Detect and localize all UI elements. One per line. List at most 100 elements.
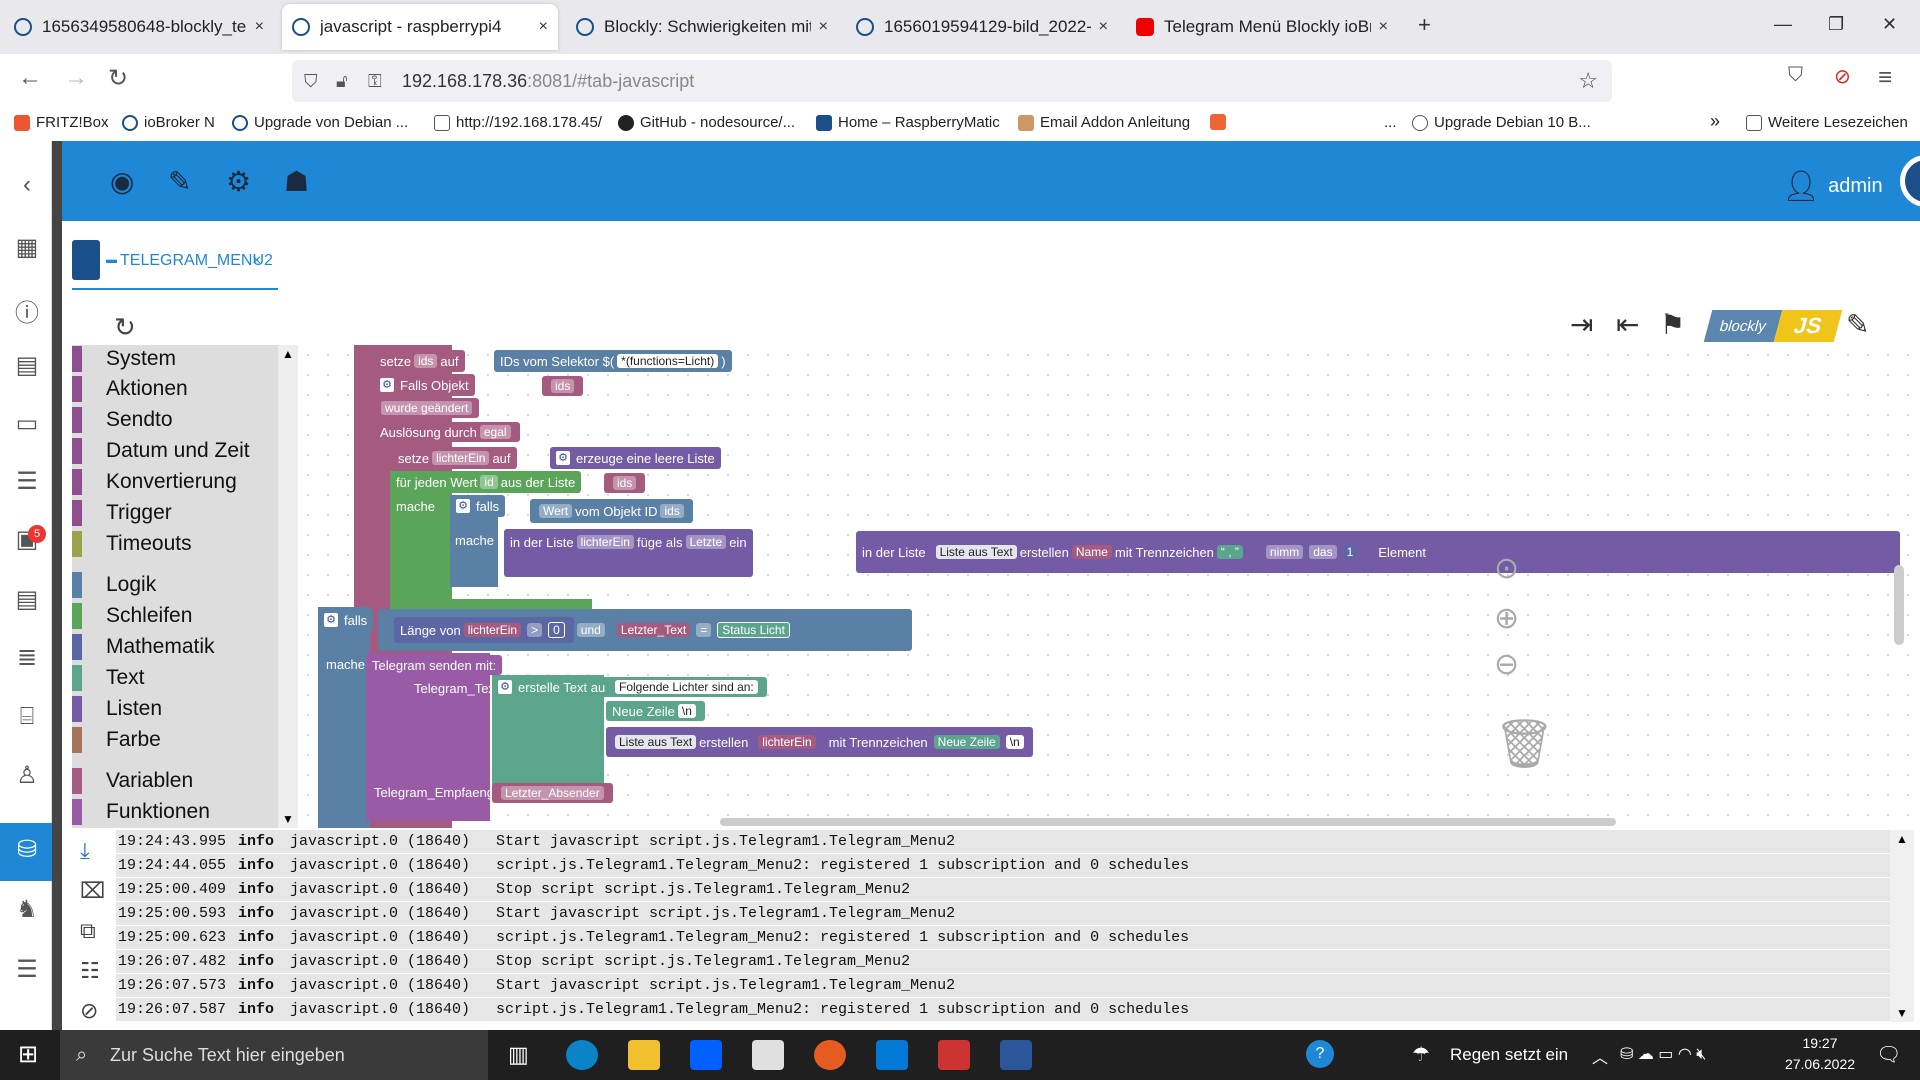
- browser-tab[interactable]: 1656019594129-bild_2022-06-2×: [846, 4, 1118, 50]
- list-insert-block[interactable]: in der Liste lichterEin füge als Letzte ein: [504, 529, 753, 577]
- menu-icon[interactable]: ≡: [1878, 64, 1892, 92]
- node-icon[interactable]: ♞: [14, 895, 40, 924]
- toolbox-category[interactable]: Datum und Zeit: [72, 437, 250, 465]
- address-bar[interactable]: ⛉ 🔓︎ ⚿ 192.168.178.36:8081/#tab-javascri…: [292, 60, 1612, 102]
- clear-log-icon[interactable]: ⌧: [80, 878, 105, 904]
- toolbox-category[interactable]: Sendto: [72, 406, 173, 434]
- copy-icon[interactable]: ⧉: [80, 918, 96, 944]
- minimize-icon[interactable]: —: [1774, 14, 1792, 35]
- help-icon[interactable]: ?: [1306, 1040, 1334, 1068]
- close-icon[interactable]: ×: [255, 18, 264, 36]
- if-block-2[interactable]: ⚙ falls: [318, 609, 374, 631]
- text-literal-block[interactable]: Folgende Lichter sind an:: [606, 677, 767, 697]
- trigger-type-dropdown[interactable]: wurde geändert: [374, 398, 480, 418]
- on-object-change-block[interactable]: ⚙ Falls Objekt: [374, 374, 475, 396]
- scroll-to-bottom-icon[interactable]: ⤓: [80, 838, 90, 864]
- import-icon[interactable]: ⇤: [1616, 308, 1639, 341]
- list-variable-block[interactable]: ids: [604, 473, 646, 493]
- weather-text[interactable]: Regen setzt ein: [1450, 1045, 1568, 1065]
- tray-icons[interactable]: ⛁ ☁ ▭ ◠ 🔇︎: [1620, 1044, 1706, 1064]
- enums-icon[interactable]: ▤: [14, 585, 40, 614]
- workspace-hscroll[interactable]: [720, 818, 1616, 826]
- new-tab-button[interactable]: +: [1418, 12, 1431, 38]
- pocket-icon[interactable]: ⛉: [1788, 64, 1803, 87]
- script-tab-close[interactable]: ×: [252, 252, 261, 270]
- bookmark[interactable]: Upgrade Debian 10 B...: [1412, 114, 1591, 131]
- log-scrollbar[interactable]: ▲ ▼: [1890, 830, 1914, 1022]
- browser-tab[interactable]: 1656349580648-blockly_temp.jpg×: [4, 4, 274, 50]
- zoom-out-icon[interactable]: ⊖: [1494, 647, 1519, 682]
- scroll-down-icon[interactable]: ▼: [282, 812, 294, 826]
- checkered-flag-icon[interactable]: ⚑: [1660, 308, 1685, 341]
- bookmark[interactable]: Upgrade von Debian ...: [232, 114, 408, 131]
- export-icon[interactable]: ⇥: [1570, 308, 1593, 341]
- reload-icon[interactable]: ↻: [108, 64, 128, 93]
- selector-block[interactable]: IDs vom Selektor $(*(functions=Licht)): [494, 350, 732, 372]
- mail-icon[interactable]: [876, 1040, 908, 1070]
- gear-icon[interactable]: ⚙: [226, 165, 251, 198]
- dropbox-icon[interactable]: [690, 1040, 722, 1070]
- for-each-block[interactable]: für jeden Wert id aus der Liste: [390, 471, 582, 493]
- collapse-chevron-icon[interactable]: ‹: [14, 171, 40, 199]
- recipient-variable-block[interactable]: Letzter_Absender: [492, 783, 613, 803]
- bookmark[interactable]: http://192.168.178.45/: [434, 114, 602, 131]
- objects-icon[interactable]: ☰: [14, 467, 40, 496]
- task-view-icon[interactable]: ▥: [508, 1042, 529, 1068]
- notifications-icon[interactable]: 🗨︎: [1876, 1042, 1901, 1067]
- eye-icon[interactable]: ◉: [110, 165, 134, 198]
- blockly-js-toggle[interactable]: blockly JS: [1703, 310, 1843, 342]
- set-lichterein-block[interactable]: setze lichterEin auf: [392, 447, 517, 469]
- text-compare-block[interactable]: Letzter_Text = Status Licht: [607, 617, 799, 643]
- toolbox-category[interactable]: Variablen: [72, 767, 193, 795]
- clock-time[interactable]: 19:27: [1780, 1035, 1860, 1051]
- browser-tab[interactable]: Telegram Menü Blockly ioBroker×: [1126, 4, 1398, 50]
- log-icon[interactable]: ≣: [14, 643, 40, 672]
- taskbar-search[interactable]: ⌕ Zur Suche Text hier eingeben: [60, 1030, 488, 1080]
- blockly-workspace[interactable]: setze ids auf IDs vom Selektor $(*(functio…: [298, 345, 1910, 828]
- windows-start-icon[interactable]: ⊞: [18, 1040, 38, 1069]
- bookmark[interactable]: ioBroker N: [122, 114, 215, 131]
- bookmark-folder[interactable]: Weitere Lesezeichen: [1746, 114, 1908, 131]
- trigger-source-field[interactable]: Auslösung durch egal: [374, 422, 520, 442]
- toolbox-category[interactable]: Logik: [72, 571, 156, 599]
- toolbox-category[interactable]: Timeouts: [72, 530, 192, 558]
- compare-block[interactable]: Länge von lichterEin >0: [394, 617, 574, 643]
- bookmark[interactable]: Home – RaspberryMatic: [816, 114, 1000, 131]
- list-get-block[interactable]: in der Liste Liste aus Text erstellen Name m…: [856, 531, 1900, 573]
- edge-icon[interactable]: [566, 1040, 598, 1070]
- word-icon[interactable]: [1000, 1040, 1032, 1070]
- instances-icon[interactable]: ▭: [14, 409, 40, 438]
- close-icon[interactable]: ×: [1379, 18, 1388, 36]
- center-target-icon[interactable]: ⊙: [1494, 551, 1519, 586]
- close-window-icon[interactable]: ✕: [1882, 14, 1897, 35]
- get-value-block[interactable]: Wert vom Objekt ID ids: [530, 499, 693, 523]
- scroll-down-icon[interactable]: ▼: [1896, 1006, 1908, 1020]
- forward-icon[interactable]: →: [64, 64, 88, 92]
- tray-chevron-icon[interactable]: ︿: [1592, 1044, 1608, 1068]
- close-icon[interactable]: ×: [819, 18, 828, 36]
- toolbox-category[interactable]: Farbe: [72, 726, 161, 754]
- logic-and-block[interactable]: Länge von lichterEin >0 und Letzter_Text = S…: [378, 609, 912, 651]
- trash-icon[interactable]: 🗑︎: [1494, 715, 1555, 772]
- app-icon[interactable]: [938, 1040, 970, 1070]
- toolbox-category[interactable]: Schleifen: [72, 602, 192, 630]
- menu-toggle-button[interactable]: [72, 240, 100, 280]
- workspace-vscroll[interactable]: [1894, 565, 1904, 645]
- restart-icon[interactable]: ↻: [114, 312, 136, 343]
- bookmark[interactable]: GitHub - nodesource/...: [618, 114, 795, 131]
- toolbox-category[interactable]: Aktionen: [72, 375, 188, 403]
- set-variable-block[interactable]: setze ids auf: [374, 350, 465, 372]
- bookmark[interactable]: FRITZ!Box: [14, 114, 109, 131]
- toolbox-scrollbar[interactable]: ▲ ▼: [278, 345, 298, 828]
- back-icon[interactable]: ←: [18, 64, 42, 92]
- bookmark[interactable]: [1210, 114, 1232, 130]
- list-to-text-block[interactable]: Liste aus Text erstellen lichterEin mit Tre…: [606, 727, 1033, 757]
- browser-tab[interactable]: Blockly: Schwierigkeiten mit ids×: [566, 4, 838, 50]
- close-icon[interactable]: ×: [1099, 18, 1108, 36]
- log-filter-icon[interactable]: ☷: [80, 958, 100, 984]
- settings-wrench-icon[interactable]: ✎: [1846, 308, 1869, 341]
- scroll-up-icon[interactable]: ▲: [282, 347, 294, 361]
- store-icon[interactable]: [752, 1040, 784, 1070]
- wrench-icon[interactable]: ✎: [168, 165, 191, 198]
- user-name[interactable]: 👤︎ admin: [1782, 169, 1883, 204]
